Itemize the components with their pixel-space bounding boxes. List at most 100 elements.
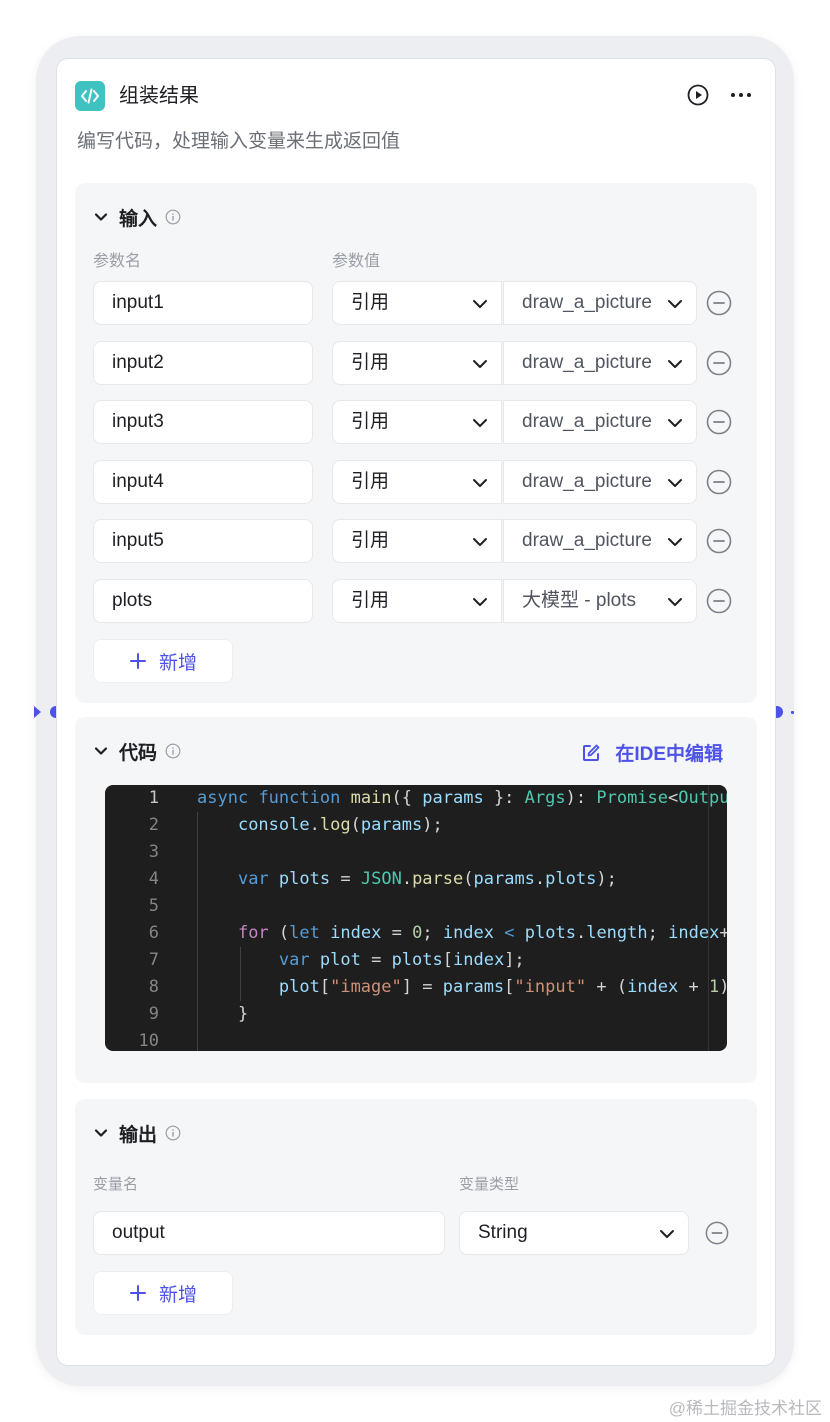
code-line: async function main({ params }: Args): P… [197, 788, 727, 808]
code-line: console.log(params); [237, 815, 443, 835]
chevron-down-icon [471, 533, 489, 552]
info-icon[interactable] [165, 743, 181, 759]
input-reference-value: draw_a_picture [522, 411, 652, 433]
info-icon[interactable] [165, 1125, 181, 1141]
remove-input-icon[interactable] [706, 409, 732, 435]
input-source-mode-value: 引用 [351, 411, 390, 433]
input-param-name-field[interactable]: input4 [93, 459, 313, 504]
remove-output-icon[interactable] [705, 1221, 729, 1245]
chevron-down-icon [471, 354, 489, 373]
output-section: 输出 变量名 变量类型 output String 新增 [75, 1099, 757, 1335]
input-reference-select[interactable]: draw_a_picture [503, 400, 697, 445]
code-line: } [237, 1004, 249, 1024]
code-line: for (let index = 0; index < plots.length… [237, 923, 727, 943]
code-editor[interactable]: 1 2 3 4 5 6 7 8 9 10 async function main({ params… [105, 785, 727, 1051]
chevron-down-icon[interactable] [93, 743, 109, 759]
code-node-card[interactable]: 组装结果 编写代码，处理输入变量来生成返回值 输入 参数名 参数值 新增 inp… [56, 58, 776, 1366]
input-param-name-field[interactable]: input3 [93, 400, 313, 445]
code-section: 代码 在IDE中编辑 1 2 3 4 5 6 7 8 9 10 async function ma… [75, 717, 757, 1083]
chevron-down-icon [471, 414, 489, 433]
remove-input-icon[interactable] [706, 528, 732, 554]
chevron-down-icon [471, 473, 489, 492]
input-source-mode-select[interactable]: 引用 [332, 579, 502, 623]
input-reference-select[interactable]: draw_a_picture [503, 340, 697, 385]
input-reference-value: draw_a_picture [522, 470, 652, 492]
chevron-down-icon [666, 593, 684, 611]
input-source-mode-select[interactable]: 引用 [332, 519, 502, 564]
chevron-down-icon [666, 473, 684, 492]
watermark: @稀土掘金技术社区 [668, 1399, 822, 1418]
input-source-mode-value: 引用 [351, 292, 390, 313]
chevron-down-icon [666, 354, 684, 373]
remove-input-icon[interactable] [706, 290, 732, 316]
output-section-title: 输出 [119, 1124, 158, 1146]
line-number: 7 [148, 950, 159, 970]
chevron-down-icon [471, 593, 489, 611]
input-section-header[interactable]: 输入 [93, 205, 181, 230]
param-value-label: 参数值 [332, 253, 381, 270]
code-area[interactable]: async function main({ params }: Args): P… [197, 785, 727, 1051]
plus-icon [129, 1285, 146, 1301]
chevron-down-icon [666, 414, 684, 433]
input-source-mode-value: 引用 [351, 590, 390, 611]
remove-input-icon[interactable] [706, 469, 732, 495]
line-number: 4 [148, 869, 159, 889]
input-reference-select[interactable]: draw_a_picture [503, 281, 697, 325]
output-type-select[interactable]: String [459, 1211, 689, 1255]
remove-input-icon[interactable] [706, 350, 732, 376]
line-number: 2 [148, 815, 159, 835]
chevron-down-icon [666, 533, 684, 552]
right-port-connector [791, 711, 794, 714]
input-source-mode-value: 引用 [351, 470, 390, 492]
input-reference-value: 大模型 - plots [522, 590, 637, 611]
code-line: var plots = JSON.parse(params.plots); [237, 869, 617, 889]
add-input-button[interactable]: 新增 [93, 639, 233, 683]
left-port-arrow [34, 706, 41, 718]
chevron-down-icon [658, 1225, 676, 1243]
add-output-label: 新增 [158, 1284, 197, 1306]
line-number: 8 [148, 977, 159, 997]
run-icon[interactable] [687, 84, 709, 106]
input-source-mode-select[interactable]: 引用 [332, 459, 502, 504]
input-source-mode-value: 引用 [351, 530, 390, 552]
line-number: 1 [148, 788, 159, 808]
output-type-value: String [478, 1222, 528, 1243]
editor-scrollbar[interactable] [708, 785, 709, 1051]
variable-type-label: 变量类型 [459, 1176, 520, 1193]
input-param-name-field[interactable]: plots [93, 579, 313, 623]
chevron-down-icon [666, 295, 684, 313]
plus-icon [129, 653, 146, 669]
remove-input-icon[interactable] [706, 588, 732, 614]
input-source-mode-select[interactable]: 引用 [332, 400, 502, 445]
chevron-down-icon[interactable] [93, 1125, 109, 1141]
input-param-name-field[interactable]: input2 [93, 340, 313, 385]
input-source-mode-select[interactable]: 引用 [332, 281, 502, 325]
input-param-name-field[interactable]: input5 [93, 519, 313, 564]
edit-in-ide-link[interactable]: 在IDE中编辑 [581, 739, 723, 766]
code-section-header[interactable]: 代码 [93, 739, 181, 764]
code-line: var plot = plots[index]; [278, 950, 525, 970]
output-name-field[interactable]: output [93, 1211, 445, 1255]
chevron-down-icon[interactable] [93, 209, 109, 225]
input-reference-select[interactable]: draw_a_picture [503, 519, 697, 564]
input-source-mode-select[interactable]: 引用 [332, 340, 502, 385]
info-icon[interactable] [165, 209, 181, 225]
line-number-gutter: 1 2 3 4 5 6 7 8 9 10 [105, 785, 197, 1051]
code-icon [75, 81, 105, 111]
input-param-name-field[interactable]: input1 [93, 281, 313, 325]
input-reference-value: draw_a_picture [522, 530, 652, 552]
node-description: 编写代码，处理输入变量来生成返回值 [77, 131, 401, 152]
line-number: 9 [148, 1004, 159, 1024]
output-section-header[interactable]: 输出 [93, 1121, 181, 1146]
line-number: 10 [138, 1031, 159, 1051]
chevron-down-icon [471, 295, 489, 313]
add-input-label: 新增 [158, 652, 197, 674]
add-output-button[interactable]: 新增 [93, 1271, 233, 1315]
input-reference-select[interactable]: draw_a_picture [503, 459, 697, 504]
input-reference-select[interactable]: 大模型 - plots [503, 579, 697, 623]
node-title: 组装结果 [119, 85, 199, 107]
more-icon[interactable] [729, 85, 753, 105]
variable-name-label: 变量名 [93, 1176, 139, 1193]
param-name-label: 参数名 [93, 253, 142, 270]
edit-icon [583, 744, 600, 761]
